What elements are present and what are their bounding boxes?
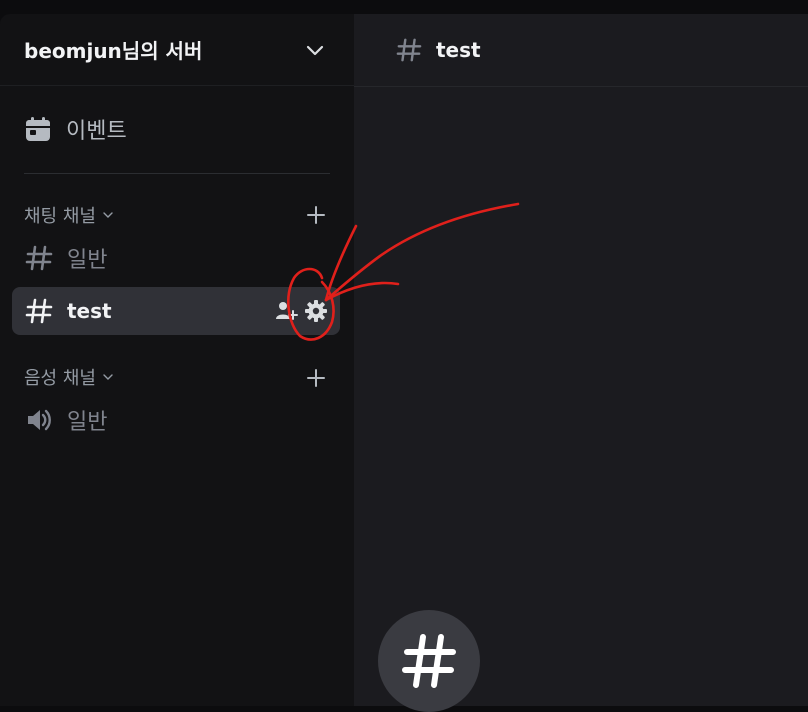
channel-name: test — [67, 299, 112, 323]
server-name: beomjun님의 서버 — [24, 39, 203, 63]
gear-icon[interactable] — [304, 299, 328, 323]
calendar-icon — [26, 117, 50, 141]
channel-sidebar: beomjun님의 서버 이벤트 채팅 채널 일반 test 음성 채널 일반 — [0, 14, 354, 706]
channel-item-general-voice[interactable]: 일반 — [12, 396, 340, 444]
channel-header: test — [354, 14, 808, 87]
category-label: 채팅 채널 — [24, 206, 96, 227]
hashtag-icon — [25, 245, 53, 271]
top-bar — [0, 0, 808, 14]
events-item[interactable]: 이벤트 — [24, 114, 127, 144]
channel-title: test — [436, 38, 481, 62]
create-voice-channel-plus-icon[interactable] — [306, 368, 326, 388]
hashtag-icon — [25, 298, 53, 324]
channel-name: 일반 — [67, 248, 108, 273]
category-voice-channels[interactable]: 음성 채널 — [24, 364, 114, 390]
channel-item-general-text[interactable]: 일반 — [12, 234, 340, 282]
channel-actions — [274, 299, 328, 323]
hashtag-icon — [402, 634, 456, 688]
create-text-channel-plus-icon[interactable] — [306, 205, 326, 225]
channel-item-test[interactable]: test — [12, 287, 340, 335]
events-label: 이벤트 — [66, 119, 127, 144]
channel-welcome-icon — [378, 610, 480, 712]
chevron-down-icon — [103, 374, 113, 380]
category-text-channels[interactable]: 채팅 채널 — [24, 202, 114, 228]
chevron-down-icon — [103, 212, 113, 218]
sidebar-divider — [24, 173, 330, 174]
hashtag-icon — [396, 38, 422, 62]
channel-name: 일반 — [67, 410, 108, 435]
category-label: 음성 채널 — [24, 368, 96, 389]
add-member-icon[interactable] — [274, 299, 298, 323]
chevron-down-icon[interactable] — [304, 40, 326, 62]
speaker-icon — [28, 409, 51, 431]
server-header[interactable]: beomjun님의 서버 — [0, 14, 354, 86]
main-chat-area: test — [354, 14, 808, 712]
